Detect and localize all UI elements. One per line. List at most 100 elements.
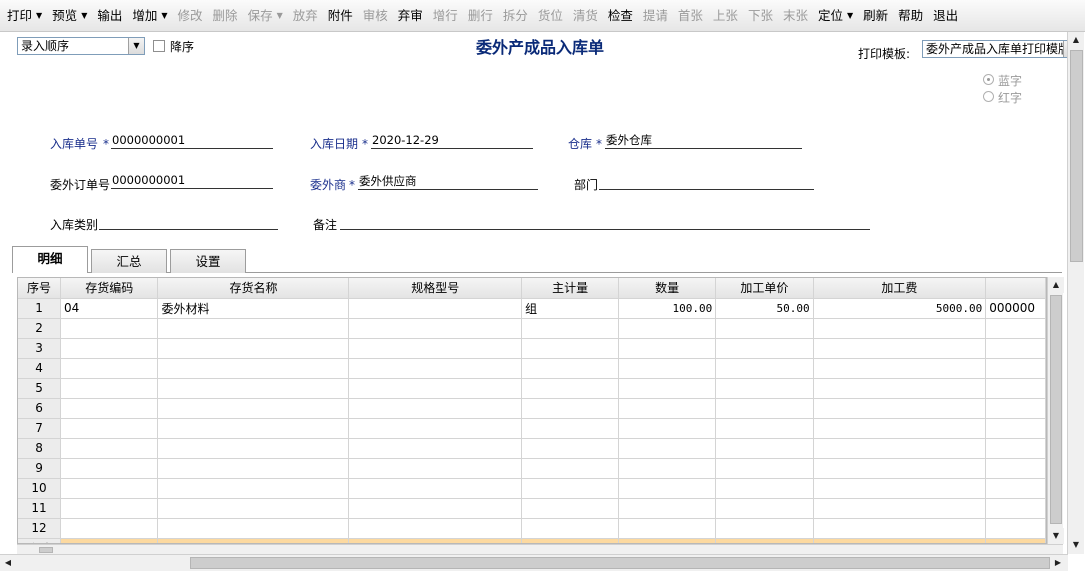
- toolbar-button-2[interactable]: 输出: [92, 1, 127, 31]
- table-cell[interactable]: [348, 498, 523, 519]
- table-cell[interactable]: [348, 478, 523, 499]
- table-cell[interactable]: 50.00: [715, 298, 814, 319]
- chevron-down-icon[interactable]: ▼: [161, 1, 167, 31]
- table-row[interactable]: 11: [18, 498, 1046, 519]
- table-cell[interactable]: [60, 318, 159, 339]
- table-cell[interactable]: [157, 358, 350, 379]
- table-cell[interactable]: [715, 338, 814, 359]
- toolbar-button-22[interactable]: 定位 ▼: [813, 1, 858, 31]
- table-cell[interactable]: 组: [521, 298, 620, 319]
- table-cell[interactable]: [60, 338, 159, 359]
- table-cell[interactable]: [348, 438, 523, 459]
- radio-red-icon[interactable]: [983, 91, 994, 102]
- remark-field[interactable]: [340, 214, 870, 230]
- table-cell[interactable]: [813, 318, 987, 339]
- table-row[interactable]: 5: [18, 378, 1046, 399]
- table-cell[interactable]: [715, 458, 814, 479]
- column-header[interactable]: 存货编码: [60, 278, 159, 299]
- table-cell[interactable]: [157, 338, 350, 359]
- grid-vertical-scrollbar[interactable]: ▲ ▼: [1047, 277, 1064, 544]
- table-cell[interactable]: [985, 438, 1046, 459]
- column-header[interactable]: 序号: [18, 278, 62, 299]
- scroll-right-icon[interactable]: ▶: [1050, 555, 1066, 571]
- scroll-up-icon[interactable]: ▲: [1068, 32, 1084, 48]
- column-header[interactable]: 数量: [618, 278, 717, 299]
- tab-summary[interactable]: 汇总: [91, 249, 167, 273]
- chevron-down-icon[interactable]: ▼: [277, 1, 283, 31]
- warehouse-field[interactable]: 委外仓库: [605, 133, 802, 149]
- table-row[interactable]: 8: [18, 438, 1046, 459]
- table-cell[interactable]: [60, 418, 159, 439]
- table-cell[interactable]: [60, 458, 159, 479]
- table-cell[interactable]: [618, 458, 717, 479]
- table-cell[interactable]: [157, 498, 350, 519]
- toolbar-button-25[interactable]: 退出: [928, 1, 963, 31]
- toolbar-button-10[interactable]: 弃审: [393, 1, 428, 31]
- grid-scroll-thumb[interactable]: [1050, 295, 1062, 524]
- table-cell[interactable]: 04: [60, 298, 159, 319]
- table-cell[interactable]: [618, 358, 717, 379]
- toolbar-button-16[interactable]: 检查: [603, 1, 638, 31]
- table-cell[interactable]: [715, 398, 814, 419]
- table-cell[interactable]: [157, 398, 350, 419]
- table-row[interactable]: 7: [18, 418, 1046, 439]
- tab-detail[interactable]: 明细: [12, 246, 88, 273]
- grid-hscroll-thumb[interactable]: [39, 547, 53, 553]
- toolbar-button-8[interactable]: 附件: [323, 1, 358, 31]
- table-cell[interactable]: [618, 518, 717, 539]
- print-template-select[interactable]: 委外产成品入库单打印模版 ▼: [922, 40, 1080, 58]
- table-cell[interactable]: [985, 398, 1046, 419]
- sort-order-select[interactable]: 录入顺序 ▼: [17, 37, 145, 55]
- table-cell[interactable]: [348, 318, 523, 339]
- table-cell[interactable]: [985, 458, 1046, 479]
- toolbar-button-19[interactable]: 上张: [708, 1, 743, 31]
- table-cell[interactable]: [618, 418, 717, 439]
- table-cell[interactable]: [521, 338, 620, 359]
- table-cell[interactable]: [618, 378, 717, 399]
- table-cell[interactable]: [985, 498, 1046, 519]
- chevron-down-icon[interactable]: ▼: [847, 1, 853, 31]
- table-cell[interactable]: [521, 498, 620, 519]
- table-cell[interactable]: [521, 478, 620, 499]
- chevron-down-icon[interactable]: ▼: [81, 1, 87, 31]
- table-cell[interactable]: [521, 438, 620, 459]
- table-cell[interactable]: [157, 458, 350, 479]
- table-row[interactable]: 3: [18, 338, 1046, 359]
- table-cell[interactable]: [348, 298, 523, 319]
- scroll-down-icon[interactable]: ▼: [1048, 528, 1064, 544]
- table-cell[interactable]: [813, 438, 987, 459]
- table-cell[interactable]: [813, 458, 987, 479]
- chevron-down-icon[interactable]: ▼: [36, 1, 42, 31]
- column-header[interactable]: [985, 278, 1046, 299]
- table-cell[interactable]: [521, 458, 620, 479]
- table-cell[interactable]: [521, 358, 620, 379]
- table-row[interactable]: 1 04 委外材料 组 100.00 50.00 5000.00 000000: [18, 298, 1046, 319]
- table-cell[interactable]: [715, 518, 814, 539]
- table-cell[interactable]: [618, 478, 717, 499]
- window-hscroll-thumb[interactable]: [190, 557, 1050, 569]
- table-cell[interactable]: [618, 338, 717, 359]
- table-cell[interactable]: [715, 318, 814, 339]
- table-cell[interactable]: [157, 518, 350, 539]
- toolbar-button-9[interactable]: 审核: [358, 1, 393, 31]
- chevron-down-icon[interactable]: ▼: [128, 38, 144, 54]
- table-cell[interactable]: [715, 498, 814, 519]
- vendor-field[interactable]: 委外供应商: [358, 174, 538, 190]
- table-cell[interactable]: [813, 338, 987, 359]
- table-cell[interactable]: [157, 478, 350, 499]
- table-cell[interactable]: [348, 418, 523, 439]
- table-cell[interactable]: [715, 378, 814, 399]
- toolbar-button-13[interactable]: 拆分: [498, 1, 533, 31]
- column-header[interactable]: 加工单价: [715, 278, 814, 299]
- toolbar-button-0[interactable]: 打印 ▼: [2, 1, 47, 31]
- table-cell[interactable]: [60, 438, 159, 459]
- tab-settings[interactable]: 设置: [170, 249, 246, 273]
- toolbar-button-11[interactable]: 增行: [428, 1, 463, 31]
- table-cell[interactable]: [157, 438, 350, 459]
- table-cell[interactable]: [348, 338, 523, 359]
- table-cell[interactable]: [618, 498, 717, 519]
- table-cell[interactable]: [157, 318, 350, 339]
- table-cell[interactable]: [813, 518, 987, 539]
- table-cell[interactable]: [348, 378, 523, 399]
- table-cell[interactable]: [813, 478, 987, 499]
